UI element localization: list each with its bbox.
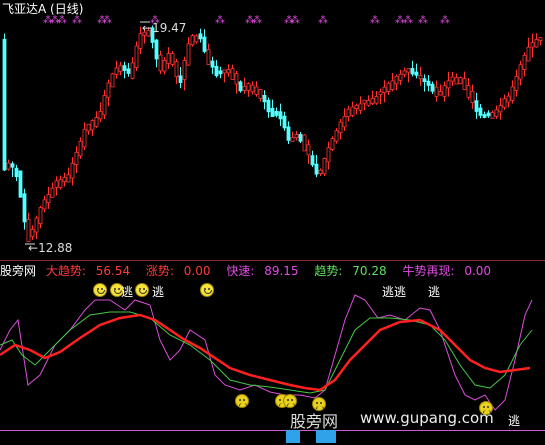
- watermark-url: www.gupang.com: [360, 409, 494, 427]
- smiley-icon: [200, 283, 214, 297]
- indicator-baseline: [0, 430, 545, 431]
- indicator-chart: [0, 294, 533, 411]
- watermark-logo: 股旁网: [290, 412, 339, 431]
- trend-line: [0, 311, 533, 394]
- escape-label: 逃: [428, 285, 441, 299]
- big-trend-line: [0, 313, 531, 392]
- escape-label: 逃: [508, 414, 521, 428]
- smiley-icon: [135, 283, 149, 297]
- escape-label: 逃逃: [382, 285, 407, 299]
- sad-face-icon: [283, 394, 297, 408]
- smiley-icon: [93, 283, 107, 297]
- sad-face-icon: [235, 394, 249, 408]
- escape-label: 逃: [121, 285, 134, 299]
- escape-label: 逃: [152, 285, 165, 299]
